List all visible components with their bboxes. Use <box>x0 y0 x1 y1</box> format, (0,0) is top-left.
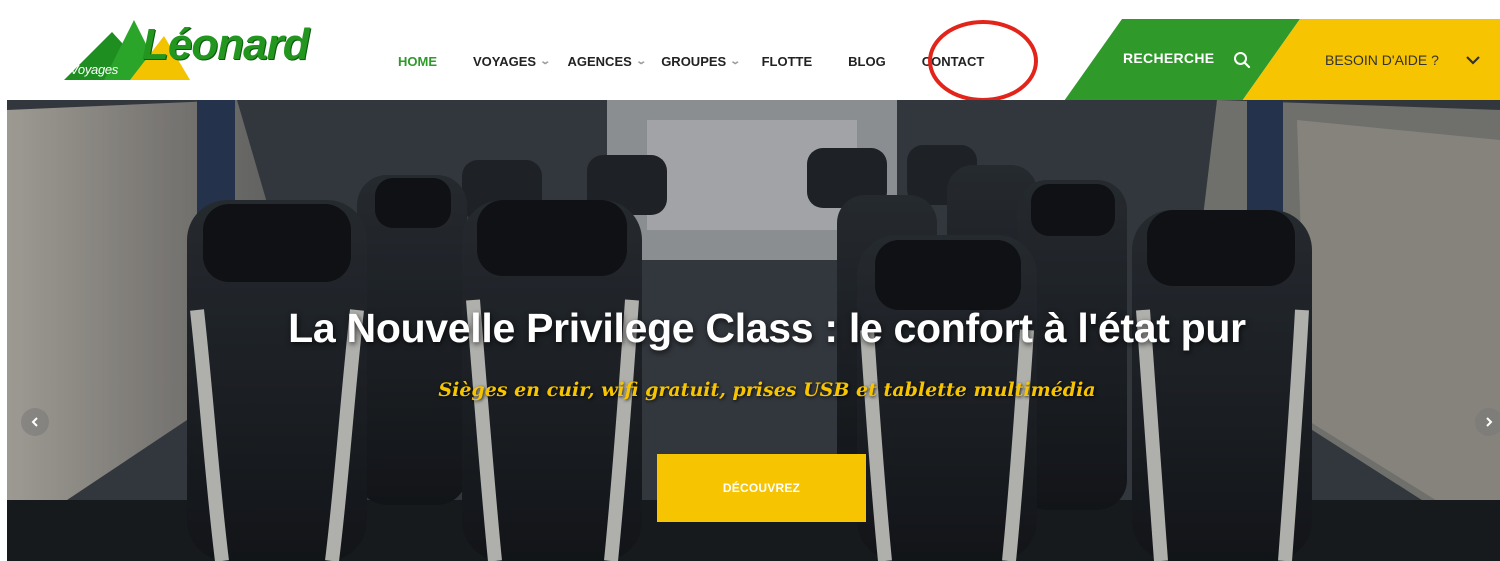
search-icon[interactable] <box>1233 51 1251 74</box>
nav-item-home[interactable]: HOME <box>398 54 437 69</box>
nav-item-label: VOYAGES <box>473 53 537 69</box>
logo-main-text: Léonard <box>142 20 310 69</box>
main-nav: HOME VOYAGES ⌄ AGENCES ⌄ GROUPES ⌄ FLOTT… <box>398 52 984 70</box>
nav-item-groupes[interactable]: GROUPES ⌄ <box>661 53 742 69</box>
nav-item-flotte[interactable]: FLOTTE <box>762 54 813 69</box>
chevron-down-icon: ⌄ <box>635 55 647 67</box>
nav-item-agences[interactable]: AGENCES ⌄ <box>567 53 647 69</box>
nav-item-label: BLOG <box>848 53 886 69</box>
annotation-circle <box>928 20 1038 102</box>
site-header: Voyages Léonard HOME VOYAGES ⌄ AGENCES ⌄… <box>0 0 1500 102</box>
nav-item-blog[interactable]: BLOG <box>848 54 886 69</box>
chevron-left-icon <box>31 417 38 427</box>
chevron-down-icon[interactable] <box>1465 53 1481 71</box>
search-button[interactable]: RECHERCHE <box>1123 50 1214 66</box>
slider-next-button[interactable] <box>1475 408 1500 436</box>
hero-slider: La Nouvelle Privilege Class : le confort… <box>7 100 1500 561</box>
chevron-down-icon: ⌄ <box>539 55 552 67</box>
nav-item-label: FLOTTE <box>761 53 813 69</box>
discover-button[interactable]: DÉCOUVREZ <box>657 454 866 522</box>
hero-subtitle: Sièges en cuir, wifi gratuit, prises USB… <box>438 379 1096 401</box>
help-menu-button[interactable]: BESOIN D'AIDE ? <box>1325 52 1439 68</box>
site-logo[interactable]: Voyages Léonard <box>64 18 334 84</box>
nav-item-label: HOME <box>398 53 437 69</box>
nav-item-voyages[interactable]: VOYAGES ⌄ <box>473 53 552 69</box>
chevron-right-icon <box>1486 417 1493 427</box>
logo-small-text: Voyages <box>70 62 119 77</box>
slider-prev-button[interactable] <box>21 408 49 436</box>
chevron-down-icon: ⌄ <box>729 55 742 67</box>
hero-title: La Nouvelle Privilege Class : le confort… <box>288 305 1246 351</box>
nav-item-label: GROUPES <box>661 53 727 69</box>
nav-item-label: AGENCES <box>567 53 632 69</box>
